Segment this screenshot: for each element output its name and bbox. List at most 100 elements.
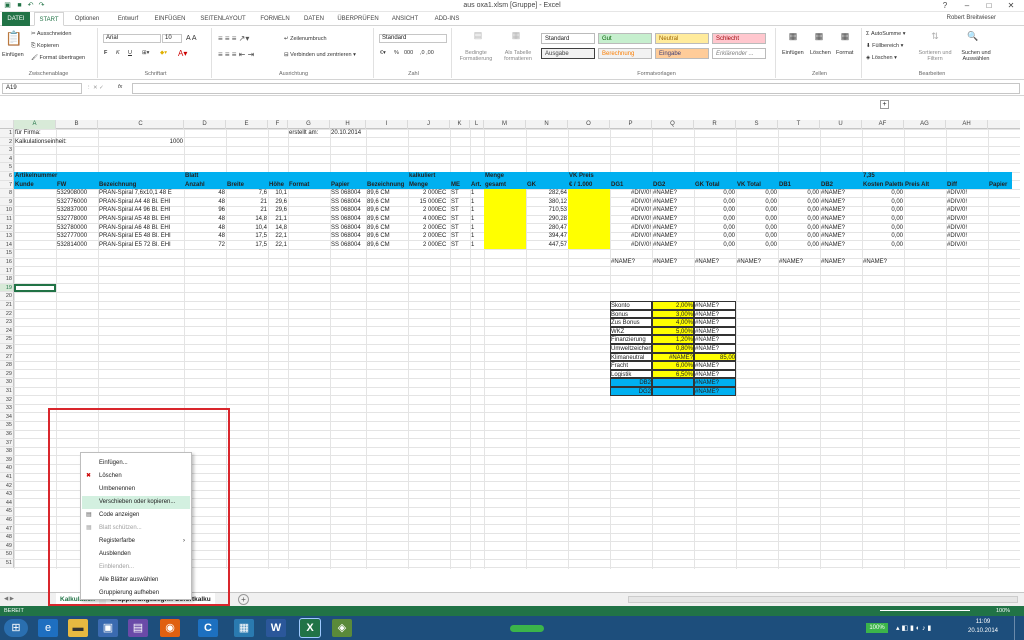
data-cell[interactable]: 710,53 [527,206,567,215]
data-cell[interactable]: 0,00 [779,241,819,250]
excel-taskbar-icon[interactable]: X [299,618,321,638]
row-header[interactable]: 43 [0,490,14,499]
data-cell[interactable]: SS 068004 [331,241,365,250]
tab-datei[interactable]: DATEI [2,12,30,26]
border-icon[interactable]: ⊞▾ [142,50,149,56]
tab-start[interactable]: START [34,12,64,26]
calc-percent[interactable]: 2,00% [652,301,694,310]
data-cell[interactable]: #NAME? [653,215,693,224]
data-cell[interactable]: PRAN-Spiral A4 96 Bl. EHI [99,206,183,215]
data-cell[interactable]: 48 [185,198,225,207]
data-cell[interactable]: 4 000 [408,215,438,224]
row-header[interactable]: 1 [0,129,14,138]
row-header[interactable]: 9 [0,197,14,207]
header-cell[interactable]: 7,35 [863,172,947,181]
data-cell[interactable]: #DIV/0! [611,241,651,250]
data-cell[interactable]: 0,00 [779,189,819,198]
data-cell[interactable]: SS 068004 [331,206,365,215]
header-cell[interactable]: VK Total [737,181,777,190]
currency-button[interactable]: €▾ [380,50,386,56]
calc-value[interactable]: #NAME? [694,301,736,310]
data-cell[interactable]: 48 [185,215,225,224]
app-icon-2[interactable]: ▤ [128,619,148,637]
calc-value[interactable]: #NAME? [694,387,736,396]
row-header[interactable]: 51 [0,559,14,568]
data-cell[interactable]: #NAME? [821,215,861,224]
data-cell[interactable]: 532778000 [57,215,97,224]
format-cells-button[interactable]: Format [836,50,853,56]
calc-percent[interactable]: 0,80% [652,344,694,353]
data-cell[interactable]: 0,00 [695,206,735,215]
formula-input[interactable] [132,83,1020,94]
data-cell[interactable]: #DIV/0! [611,224,651,233]
data-cell[interactable]: 0,00 [779,206,819,215]
header-cell[interactable]: Papier [331,181,365,190]
header-cell[interactable]: Kosten Palette [863,181,903,190]
format-painter-button[interactable]: 🖌 Format übertragen [31,55,85,61]
data-cell[interactable]: #NAME? [821,232,861,241]
data-cell[interactable]: 96 [185,206,225,215]
label-erstellt-am[interactable]: erstellt am: [289,129,329,138]
data-cell[interactable]: 1 [471,206,483,215]
format-as-table-button[interactable]: Als Tabelle formatieren [498,50,538,62]
header-cell[interactable]: gesamt [485,181,525,190]
row-header[interactable]: 12 [0,223,14,233]
header-cell[interactable]: Diff [947,181,987,190]
data-cell[interactable]: 532814000 [57,241,97,250]
paste-icon[interactable]: 📋 [4,30,24,47]
data-cell[interactable]: 89,6 CM [367,206,407,215]
data-cell[interactable]: PRAN-Spiral E5 72 Bl. EHI [99,241,183,250]
row-header[interactable]: 28 [0,361,14,370]
calc-label[interactable]: DB2 [610,378,652,387]
sort-filter-button[interactable]: Sortieren und Filtern [916,50,954,62]
minimize-icon[interactable]: – [956,0,978,12]
calc-label[interactable]: Klimaneutral [610,352,652,362]
cond-format-icon[interactable]: ▤ [468,30,488,41]
row-header[interactable]: 15 [0,249,14,258]
data-cell[interactable]: #NAME? [653,206,693,215]
data-cell[interactable]: 0,00 [737,232,777,241]
data-cell[interactable]: 1 [471,224,483,233]
row-header[interactable]: 14 [0,240,14,250]
calc-percent[interactable]: 6,00% [652,361,694,370]
insert-cells-icon[interactable]: ▦ [784,31,802,42]
calc-value[interactable]: 85,00 [694,352,736,362]
data-cell[interactable]: 89,6 CM [367,189,407,198]
data-cell[interactable]: ST [451,206,469,215]
row-header[interactable]: 20 [0,292,14,301]
data-cell[interactable]: 532777000 [57,232,97,241]
data-cell[interactable]: 15 000 [408,198,438,207]
style-standard[interactable]: Standard [541,33,595,44]
calc-percent[interactable] [652,387,694,396]
number-format-combo[interactable]: Standard [379,34,447,43]
row-header[interactable]: 36 [0,430,14,439]
header-cell[interactable]: Anzahl [185,181,225,190]
fill-color-icon[interactable]: ◆▾ [160,50,167,56]
data-cell[interactable]: 0,00 [695,198,735,207]
tab-einfuegen[interactable]: EINFÜGEN [150,12,190,26]
data-cell[interactable]: 0,00 [695,241,735,250]
calc-label[interactable]: Bonus [610,309,652,319]
format-table-icon[interactable]: ▦ [506,30,526,41]
data-cell[interactable]: 1 [471,198,483,207]
data-cell[interactable]: 89,6 CM [367,198,407,207]
tray-icons[interactable]: ▴ ◧ ▮ ◐ ♪ ▮ [896,624,931,632]
percent-button[interactable]: % [394,50,399,56]
row-header[interactable]: 21 [0,301,14,310]
data-cell[interactable]: #DIV/0! [611,232,651,241]
calc-label[interactable]: Fracht [610,361,652,370]
kalkulationseinheit-value[interactable]: 1000 [99,138,183,147]
row-header[interactable]: 48 [0,533,14,542]
name-error-cell[interactable]: #NAME? [821,258,861,267]
data-cell[interactable]: EC [438,189,450,198]
thousands-button[interactable]: 000 [404,50,413,56]
data-cell[interactable]: #DIV/0! [947,215,987,224]
data-cell[interactable]: 290,28 [527,215,567,224]
copy-button[interactable]: ⎘ Kopieren [31,43,59,50]
calc-percent[interactable]: 6,50% [652,369,694,379]
label-kalkulationseinheit[interactable]: Kalkulationseinheit: [15,138,95,147]
data-cell[interactable]: 0,00 [695,232,735,241]
data-cell[interactable]: 48 [185,189,225,198]
row-header[interactable]: 10 [0,206,14,215]
wrap-text-button[interactable]: ↵ Zeilenumbruch [284,36,327,42]
